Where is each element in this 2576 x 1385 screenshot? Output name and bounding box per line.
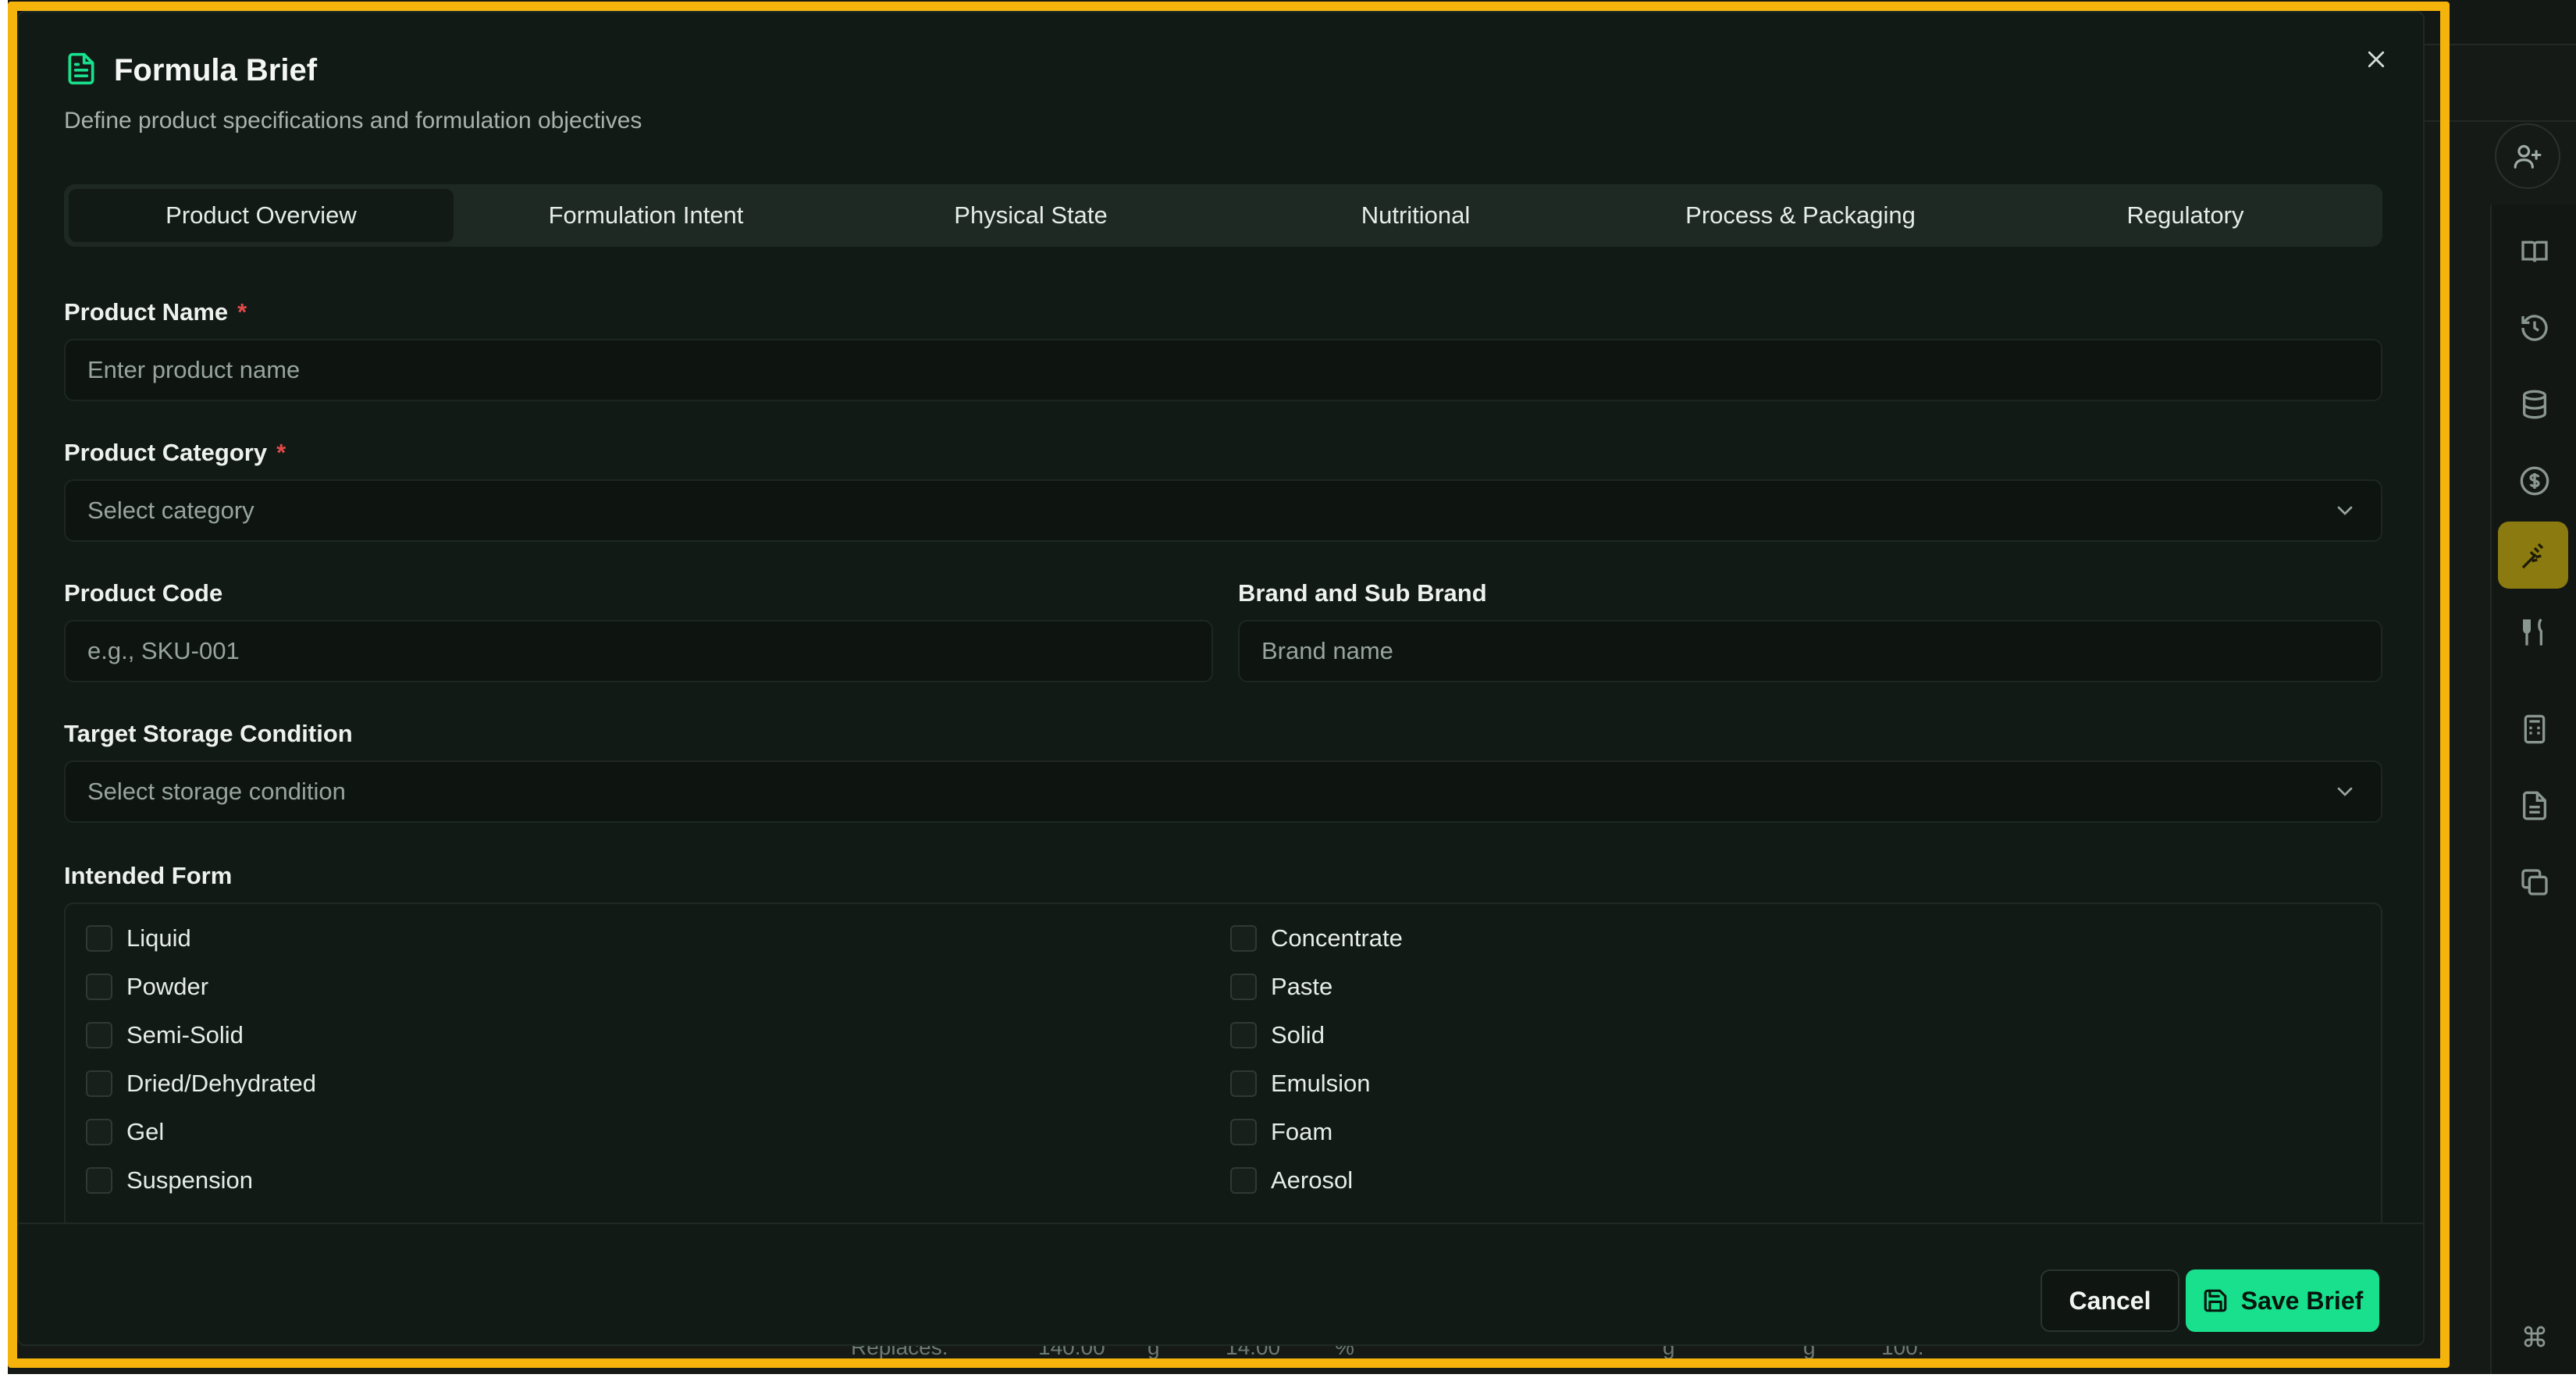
checkbox-gel[interactable]: Gel (86, 1118, 164, 1146)
storage-condition-placeholder: Select storage condition (87, 778, 346, 805)
utensils-icon[interactable] (2519, 617, 2550, 648)
checkbox-label: Gel (126, 1118, 165, 1145)
dialog-title: Formula Brief (114, 53, 318, 87)
intended-form-options: Liquid Powder Semi-Solid Dried/Dehydrate… (64, 903, 2382, 1230)
checkbox[interactable] (1230, 1119, 1257, 1145)
tab-physical-state[interactable]: Physical State (838, 189, 1223, 242)
product-name-label-text: Product Name (64, 298, 229, 326)
checkbox-label: Aerosol (1271, 1166, 1354, 1194)
checkbox-label: Semi-Solid (126, 1021, 244, 1049)
checkbox-suspension[interactable]: Suspension (86, 1166, 253, 1195)
product-category-select[interactable]: Select category (64, 479, 2382, 542)
checkbox-liquid[interactable]: Liquid (86, 924, 191, 952)
save-brief-button[interactable]: Save Brief (2186, 1269, 2379, 1332)
formula-brief-dialog: Formula Brief Define product specificati… (17, 11, 2425, 1346)
save-brief-label: Save Brief (2240, 1286, 2364, 1315)
product-category-label-text: Product Category (64, 439, 268, 466)
checkbox[interactable] (86, 1167, 112, 1194)
required-mark: * (276, 439, 286, 466)
storage-condition-select[interactable]: Select storage condition (64, 760, 2382, 823)
history-icon[interactable] (2519, 312, 2550, 344)
checkbox-label: Liquid (126, 924, 191, 952)
checkbox-label: Suspension (126, 1166, 254, 1194)
dialog-subtitle: Define product specifications and formul… (64, 108, 642, 134)
close-button[interactable] (2361, 44, 2392, 75)
checkbox-label: Foam (1271, 1118, 1333, 1145)
save-icon (2204, 1289, 2227, 1312)
copy-icon[interactable] (2519, 867, 2550, 898)
dollar-circle-icon[interactable] (2519, 465, 2550, 497)
checkbox-emulsion[interactable]: Emulsion (1230, 1070, 1371, 1098)
right-icon-rail (2490, 205, 2576, 1374)
user-plus-icon (2514, 144, 2542, 169)
checkbox-label: Concentrate (1271, 924, 1403, 952)
tab-bar: Product Overview Formulation Intent Phys… (64, 184, 2382, 247)
tab-nutritional[interactable]: Nutritional (1223, 189, 1608, 242)
checkbox-foam[interactable]: Foam (1230, 1118, 1332, 1146)
tab-process-packaging[interactable]: Process & Packaging (1608, 189, 1993, 242)
product-name-label: Product Name * (64, 298, 247, 326)
checkbox-label: Paste (1271, 973, 1333, 1000)
checkbox[interactable] (1230, 925, 1257, 952)
close-icon (2368, 51, 2385, 68)
checkbox[interactable] (86, 925, 112, 952)
checkbox[interactable] (1230, 1070, 1257, 1097)
dialog-footer: Cancel Save Brief (19, 1223, 2423, 1344)
tab-regulatory[interactable]: Regulatory (1993, 189, 2378, 242)
checkbox-concentrate[interactable]: Concentrate (1230, 924, 1403, 952)
tab-product-overview[interactable]: Product Overview (69, 189, 454, 242)
dialog-header: Formula Brief (64, 52, 317, 90)
checkbox[interactable] (1230, 974, 1257, 1000)
checkbox[interactable] (1230, 1022, 1257, 1049)
checkbox-label: Powder (126, 973, 209, 1000)
checkbox-label: Dried/Dehydrated (126, 1070, 316, 1097)
command-icon[interactable] (2522, 1324, 2547, 1349)
checkbox[interactable] (86, 974, 112, 1000)
chevron-down-icon (2332, 779, 2357, 804)
checkbox[interactable] (86, 1070, 112, 1097)
file-text-icon[interactable] (2519, 790, 2550, 821)
checkbox-dried-dehydrated[interactable]: Dried/Dehydrated (86, 1070, 316, 1098)
checkbox-powder[interactable]: Powder (86, 973, 208, 1001)
checkbox-paste[interactable]: Paste (1230, 973, 1332, 1001)
checkbox[interactable] (1230, 1167, 1257, 1194)
checkbox-aerosol[interactable]: Aerosol (1230, 1166, 1353, 1195)
add-user-button[interactable] (2495, 123, 2560, 189)
checkbox[interactable] (86, 1022, 112, 1049)
book-icon[interactable] (2519, 236, 2550, 267)
wheat-icon[interactable] (2519, 540, 2550, 571)
storage-condition-label: Target Storage Condition (64, 720, 353, 747)
checkbox[interactable] (86, 1119, 112, 1145)
cancel-button[interactable]: Cancel (2041, 1269, 2179, 1332)
chevron-down-icon (2332, 498, 2357, 523)
document-icon (64, 52, 98, 90)
database-icon[interactable] (2519, 389, 2550, 420)
brand-input[interactable]: Brand name (1238, 620, 2382, 682)
product-name-input[interactable]: Enter product name (64, 339, 2382, 401)
brand-label: Brand and Sub Brand (1238, 579, 1487, 607)
product-category-label: Product Category * (64, 439, 286, 467)
intended-form-label: Intended Form (64, 862, 233, 889)
checkbox-semi-solid[interactable]: Semi-Solid (86, 1021, 244, 1049)
required-mark: * (237, 298, 247, 326)
calculator-icon[interactable] (2519, 714, 2550, 745)
product-code-input[interactable]: e.g., SKU-001 (64, 620, 1213, 682)
product-category-placeholder: Select category (87, 497, 254, 524)
checkbox-solid[interactable]: Solid (1230, 1021, 1325, 1049)
checkbox-label: Solid (1271, 1021, 1325, 1049)
product-code-label: Product Code (64, 579, 223, 607)
checkbox-label: Emulsion (1271, 1070, 1371, 1097)
tab-formulation-intent[interactable]: Formulation Intent (454, 189, 838, 242)
